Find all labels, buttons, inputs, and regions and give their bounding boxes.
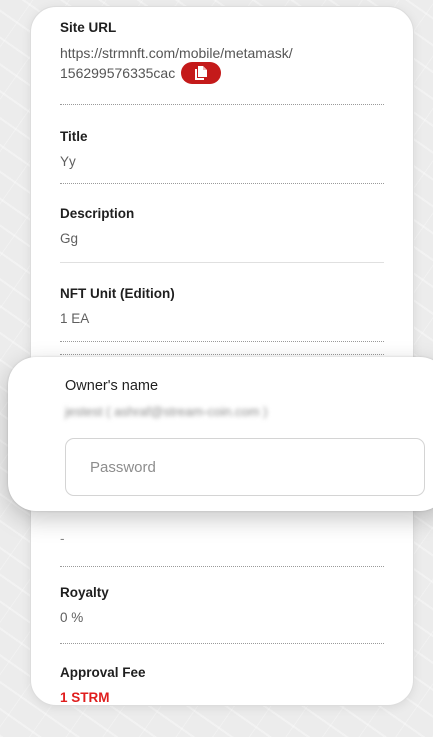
- site-url-value-line2-row: 156299576335cac: [60, 62, 384, 84]
- owner-name-value: jestest ( ashraf@stream-coin.com ): [65, 404, 268, 419]
- divider: [60, 341, 384, 342]
- metamask-wallet-value: -: [60, 531, 65, 546]
- divider: [60, 566, 384, 567]
- divider: [60, 354, 384, 355]
- royalty-label: Royalty: [60, 585, 109, 600]
- royalty-value: 0 %: [60, 610, 84, 625]
- approval-fee-label: Approval Fee: [60, 665, 146, 680]
- description-value: Gg: [60, 231, 79, 246]
- owner-name-label: Owner's name: [65, 378, 159, 394]
- site-url-value-line2: 156299576335cac: [60, 65, 176, 81]
- site-url-label: Site URL: [60, 20, 117, 35]
- title-section: Title Yy: [60, 129, 384, 170]
- site-url-value-line1: https://strmnft.com/mobile/metamask/: [60, 45, 293, 61]
- approval-fee-section: Approval Fee 1 STRM: [60, 665, 384, 706]
- divider: [60, 183, 384, 184]
- title-label: Title: [60, 129, 88, 144]
- nft-unit-value: 1 EA: [60, 311, 90, 326]
- description-section: Description Gg: [60, 206, 384, 247]
- password-input[interactable]: [65, 438, 425, 496]
- divider: [60, 104, 384, 105]
- copy-url-button[interactable]: [181, 62, 222, 84]
- royalty-section: Royalty 0 %: [60, 585, 384, 626]
- divider: [60, 643, 384, 644]
- title-value: Yy: [60, 154, 76, 169]
- copy-icon: [195, 66, 208, 80]
- nft-unit-label: NFT Unit (Edition): [60, 286, 175, 301]
- nft-unit-section: NFT Unit (Edition) 1 EA: [60, 286, 384, 327]
- description-label: Description: [60, 206, 135, 221]
- site-url-section: Site URL https://strmnft.com/mobile/meta…: [60, 20, 384, 84]
- approval-fee-value: 1 STRM: [60, 690, 110, 705]
- password-modal: Owner's name jestest ( ashraf@stream-coi…: [8, 357, 433, 511]
- divider: [60, 262, 384, 263]
- metamask-wallet-section: -: [60, 530, 384, 547]
